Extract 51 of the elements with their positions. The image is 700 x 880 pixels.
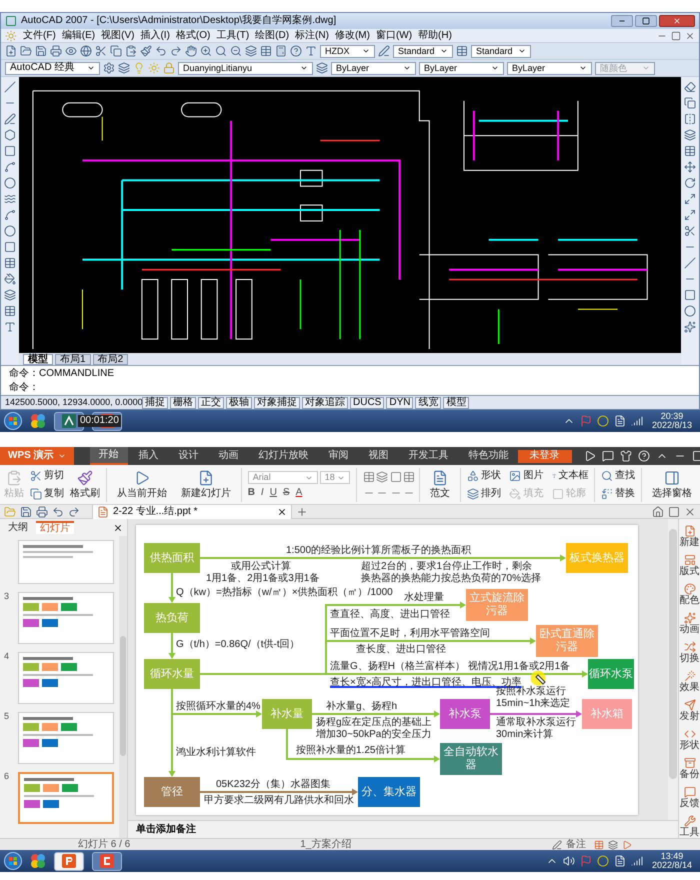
flow-node: 热负荷: [144, 603, 200, 633]
flow-annotation: 查直径、高度、进出口管径: [330, 609, 450, 621]
flow-annotation: 查长度、进出口管径: [356, 644, 446, 656]
flow-annotation: 增加30~50kPa的安全压力: [316, 729, 432, 741]
flow-annotation: 鸿业水利计算软件: [176, 747, 256, 759]
command-line: 命令：COMMANDLINE: [9, 368, 116, 378]
flow-node: 补水箱: [582, 699, 632, 729]
slide-number: 6: [4, 772, 10, 783]
slide-number: 4: [4, 652, 10, 663]
flow-node: 立式旋流除污器: [466, 589, 528, 621]
flow-node: 管径: [144, 777, 200, 807]
flow-node: 全自动软水器: [440, 743, 502, 775]
flow-node: 卧式直通除污器: [536, 625, 598, 657]
command-line: 命令：: [9, 382, 40, 392]
flow-annotation: 1:500的经验比例计算所需板子的换热面积: [286, 545, 472, 557]
flow-node: 循环水量: [144, 659, 200, 689]
flow-annotation: 超过2台的，要求1台停止工作时，剩余: [361, 561, 532, 572]
flow-annotation: 按照循环水量的4%: [176, 701, 260, 713]
slide-counter: 幻灯片 6 / 6: [78, 840, 130, 850]
flow-annotation: 甲方要求二级网有几路供水和回水: [204, 795, 354, 807]
flow-annotation: 或用公式计算: [231, 561, 291, 572]
flow-annotation: 换热器的换热能力按总热负荷的70%选择: [361, 573, 542, 585]
clock-date: 2022/8/14: [652, 861, 692, 870]
flow-annotation: 通常取补水泵运行30min来计算: [496, 717, 577, 741]
clock-date: 2022/8/13: [652, 421, 692, 430]
clock-time: 13:49: [660, 852, 684, 861]
slide-number: 5: [4, 712, 10, 723]
flow-annotation: 水处理量: [404, 592, 444, 604]
clock-time: 20:39: [660, 412, 684, 421]
slide-number: 3: [4, 592, 10, 603]
flow-annotation: 视情况1用1备或2用1备: [468, 661, 570, 673]
flow-annotation: 补水量g、扬程h: [326, 701, 398, 713]
flow-annotation: 按照补水量的1.25倍计算: [296, 745, 406, 757]
flow-annotation: G（t/h）=0.86Q/（t供-t回）: [176, 639, 300, 651]
flow-annotation: 流量G、扬程H（格兰富样本）: [330, 661, 465, 673]
theme-name: 1_方案介绍: [300, 840, 352, 850]
flow-node: 补水量: [262, 699, 312, 729]
flow-annotation: 扬程g应在定压点的基础上: [316, 717, 432, 728]
flow-annotation: 05K232分（集）水器图集: [216, 779, 330, 791]
flow-annotation: 1用1备、2用1备或3用1备: [206, 573, 320, 585]
coordinates: 142500.5000, 12934.0000, 0.0000: [5, 398, 140, 407]
flow-annotation: Q（kw）=热指标（w/㎡）×供热面积（㎡）/1000: [176, 587, 393, 599]
window-title: AutoCAD 2007 - [C:\Users\Administrator\Desktop\我要自学网案例.dwg]: [21, 16, 336, 26]
flow-node: 板式换热器: [566, 543, 628, 573]
flow-node: 循环水泵: [588, 659, 634, 689]
recording-timer-tooltip: 00:01:20: [78, 415, 121, 427]
flow-node: 补水泵: [440, 699, 490, 729]
flow-annotation: 按照补水泵运行15min~1h来选定: [496, 686, 572, 710]
flow-node: 分、集水器: [358, 777, 420, 807]
flow-annotation: 平面位置不足时，利用水平管路空间: [330, 628, 490, 640]
flow-node: 供热面积: [144, 543, 200, 573]
